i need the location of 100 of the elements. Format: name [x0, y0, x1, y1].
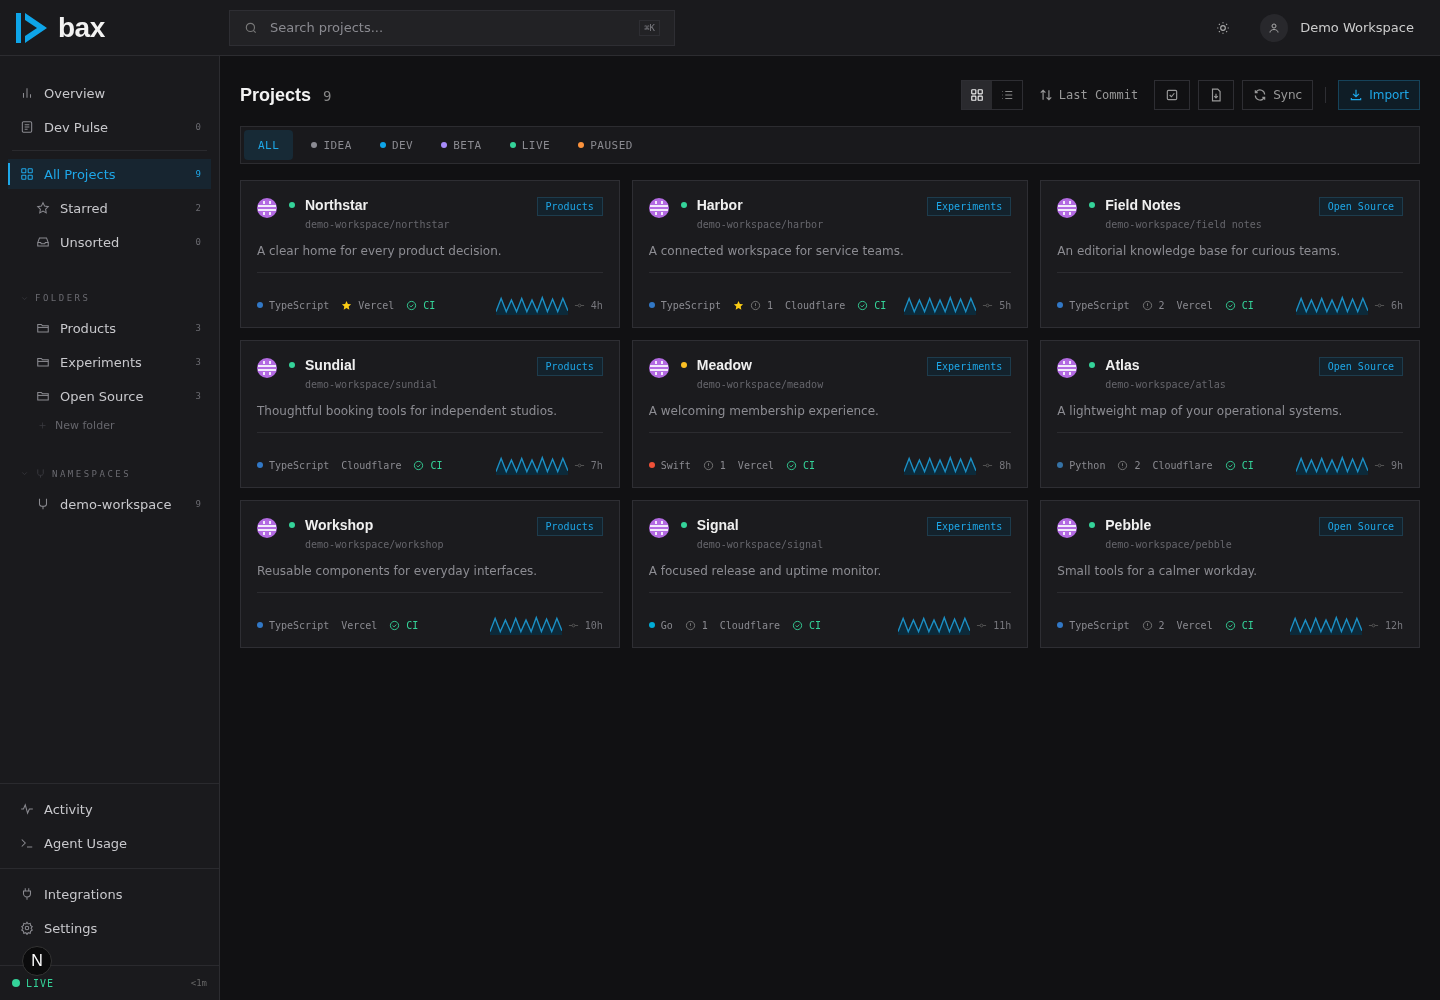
- project-avatar-icon: [257, 198, 277, 218]
- language-label: Go: [660, 619, 673, 631]
- filter-tab[interactable]: LIVE: [499, 130, 561, 160]
- language-label: TypeScript: [269, 619, 330, 631]
- filter-tab[interactable]: DEV: [369, 130, 424, 160]
- language-label: TypeScript: [269, 459, 330, 471]
- select-button[interactable]: [1154, 80, 1191, 110]
- project-description: A connected workspace for service teams.: [648, 244, 1012, 273]
- dev-indicator-button[interactable]: N: [22, 946, 52, 976]
- filter-tab[interactable]: PAUSED: [568, 130, 643, 160]
- grid-icon: [20, 167, 34, 181]
- sort-button[interactable]: Last Commit: [1030, 88, 1147, 102]
- refresh-icon: [1253, 88, 1268, 102]
- check-circle-icon: [1224, 459, 1236, 471]
- project-card[interactable]: Pebble demo-workspace/pebble Open Source Small tools for a calmer workday. TypeScript 2 Vercel CI 12h: [1040, 500, 1420, 648]
- folder-tag: Open Source: [1318, 197, 1403, 216]
- project-card[interactable]: Sundial demo-workspace/sundial Products Thoughtful booking tools for independent studios. TypeScript Cloudflare CI 7h: [240, 340, 620, 488]
- ci-status: CI: [1241, 299, 1254, 311]
- project-name: Signal: [696, 517, 739, 533]
- sidebar-item[interactable]: Dev Pulse 0: [8, 112, 211, 142]
- commit-age: 8h: [999, 459, 1012, 471]
- issue-count: 2: [1158, 299, 1165, 311]
- project-name: Atlas: [1105, 357, 1140, 373]
- deploy-target: Cloudflare: [719, 619, 780, 631]
- project-card[interactable]: Signal demo-workspace/signal Experiments A focused release and uptime monitor. Go 1 Cloudflare CI 11h: [631, 500, 1029, 648]
- commit-age: 5h: [999, 299, 1012, 311]
- sidebar-item[interactable]: Unsorted 0: [8, 227, 211, 257]
- commit-age: 4h: [590, 299, 603, 311]
- project-card[interactable]: Atlas demo-workspace/atlas Open Source A lightweight map of your operational systems. Python 2 Cloudflare CI 9h: [1040, 340, 1420, 488]
- page-title: Projects: [240, 84, 312, 106]
- project-card[interactable]: Field Notes demo-workspace/field notes Open Source An editorial knowledge base for curious teams. TypeScript 2 Vercel CI 6h: [1040, 180, 1420, 328]
- repo-path: demo-workspace/northstar: [305, 219, 451, 230]
- project-card[interactable]: Meadow demo-workspace/meadow Experiments A welcoming membership experience. Swift 1 Vercel CI 8h: [631, 340, 1029, 488]
- issue-icon: [1117, 459, 1129, 471]
- folder-tag: Experiments: [927, 517, 1012, 536]
- workspace-name[interactable]: Demo Workspace: [1300, 20, 1414, 35]
- commit-age: 10h: [584, 619, 603, 631]
- status-label: LIVE: [26, 977, 55, 989]
- export-button[interactable]: [1198, 80, 1235, 110]
- branch-icon: [36, 497, 50, 511]
- check-circle-icon: [857, 299, 869, 311]
- project-description: Small tools for a calmer workday.: [1057, 564, 1403, 593]
- sidebar-item[interactable]: Agent Usage: [8, 828, 211, 858]
- issue-icon: [702, 459, 714, 471]
- list-icon: [999, 88, 1014, 102]
- filter-tab[interactable]: ALL: [244, 130, 294, 160]
- file-download-icon: [1209, 88, 1224, 102]
- theme-toggle-icon[interactable]: [1216, 20, 1231, 35]
- sidebar-item[interactable]: All Projects 9: [8, 159, 211, 189]
- grid-view-button[interactable]: [961, 81, 992, 109]
- ci-status: CI: [430, 459, 443, 471]
- search-bar[interactable]: Search projects... ⌘K: [229, 9, 675, 46]
- plug-icon: [20, 887, 34, 901]
- filter-tab[interactable]: BETA: [431, 130, 492, 160]
- check-circle-icon: [792, 619, 803, 631]
- checkbox-icon: [1165, 88, 1180, 102]
- inbox-icon: [36, 235, 50, 249]
- check-circle-icon: [1224, 619, 1236, 631]
- repo-path: demo-workspace/signal: [696, 539, 825, 550]
- deploy-target: Cloudflare: [1152, 459, 1213, 471]
- sidebar-item[interactable]: Products 3: [8, 313, 211, 343]
- project-avatar-icon: [257, 518, 277, 538]
- project-card[interactable]: Workshop demo-workspace/workshop Products Reusable components for everyday interfaces. TypeScript Vercel CI 10h: [240, 500, 620, 648]
- sidebar-item[interactable]: Open Source 3: [8, 381, 211, 411]
- sync-button[interactable]: Sync: [1242, 80, 1314, 110]
- import-button[interactable]: Import: [1338, 80, 1420, 110]
- section-heading: NAMESPACES: [52, 468, 132, 479]
- filter-tab[interactable]: IDEA: [301, 130, 362, 160]
- project-avatar-icon: [1057, 198, 1078, 218]
- project-description: Thoughtful booking tools for independent studios.: [257, 404, 603, 433]
- issue-icon: [749, 299, 761, 311]
- sidebar-item[interactable]: demo-workspace 9: [8, 489, 211, 519]
- user-avatar-icon[interactable]: [1260, 13, 1289, 42]
- project-name: Field Notes: [1105, 197, 1181, 213]
- deploy-target: Vercel: [341, 619, 378, 631]
- sidebar-item[interactable]: Experiments 3: [8, 347, 211, 377]
- commit-age: 11h: [993, 619, 1012, 631]
- project-name: Pebble: [1105, 517, 1152, 533]
- project-card[interactable]: Harbor demo-workspace/harbor Experiments A connected workspace for service teams. TypeScript 1 Cloudflare CI 5h: [631, 180, 1029, 328]
- project-description: A clear home for every product decision.: [257, 244, 603, 273]
- repo-path: demo-workspace/workshop: [305, 539, 445, 550]
- issue-count: 2: [1134, 459, 1141, 471]
- commit-age: 12h: [1384, 619, 1403, 631]
- language-label: TypeScript: [1069, 299, 1130, 311]
- shortcut-hint: ⌘K: [639, 19, 660, 36]
- sidebar-item[interactable]: Starred 2: [8, 193, 211, 223]
- download-icon: [1349, 88, 1364, 102]
- sidebar-item[interactable]: Integrations: [8, 879, 211, 909]
- sidebar-item[interactable]: Activity: [8, 794, 211, 824]
- project-card[interactable]: Northstar demo-workspace/northstar Products A clear home for every product decision. TypeScript Vercel CI 4h: [240, 180, 620, 328]
- sync-time: <1m: [190, 978, 207, 988]
- newspaper-icon: [20, 120, 34, 134]
- language-label: Swift: [660, 459, 691, 471]
- project-description: Reusable components for everyday interfaces.: [257, 564, 603, 593]
- sidebar-item[interactable]: Settings: [8, 913, 211, 943]
- search-field[interactable]: Search projects...: [268, 19, 630, 36]
- check-circle-icon: [786, 459, 797, 471]
- deploy-target: Cloudflare: [784, 299, 846, 311]
- sidebar-item[interactable]: Overview: [8, 78, 211, 108]
- folder-tag: Products: [536, 197, 603, 216]
